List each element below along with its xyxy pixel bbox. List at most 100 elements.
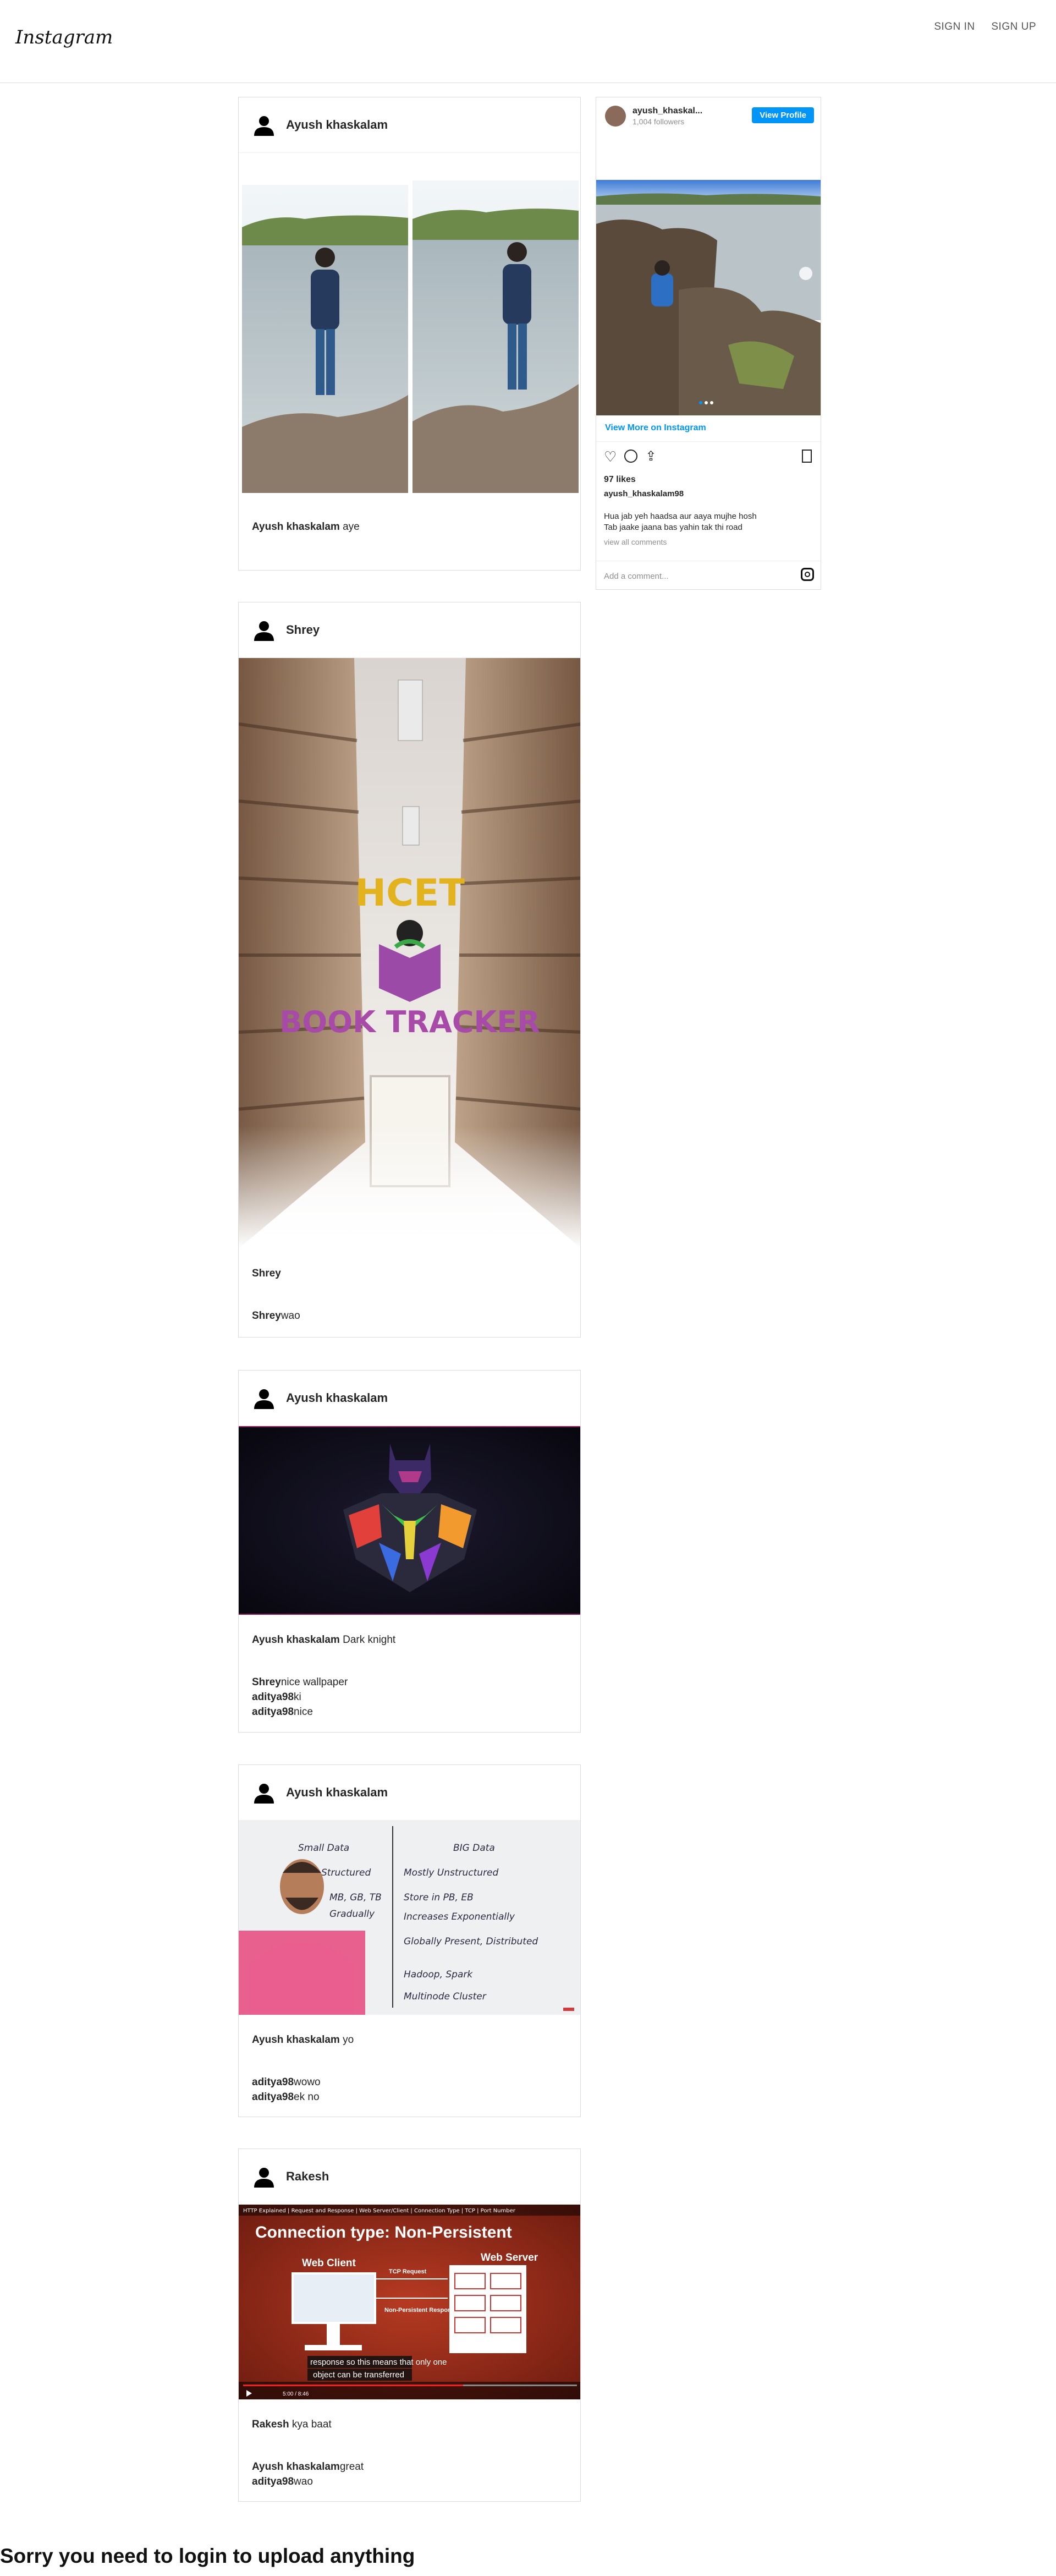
river-rocks-image [596, 180, 821, 415]
whiteboard-image: Small Data BIG Data Structured Mostly Un… [239, 1821, 580, 2015]
embed-handle[interactable]: ayush_khaskalam98 [604, 489, 684, 498]
comment-text: ek no [294, 2091, 320, 2103]
post-caption: Shrey [239, 1268, 580, 1280]
comment-item: aditya98ki [252, 1690, 567, 1704]
post-header: Rakesh [239, 2149, 580, 2205]
next-arrow-icon[interactable] [799, 267, 812, 280]
comment-username[interactable]: aditya98 [252, 1706, 294, 1718]
embed-caption-line: Tab jaake jaana bas yahin tak thi road [604, 523, 743, 532]
post-username[interactable]: Ayush khaskalam [286, 118, 388, 132]
comment-list: aditya98wowo aditya98ek no [239, 2075, 580, 2104]
post-video-thumbnail[interactable]: Small Data BIG Data Structured Mostly Un… [239, 1821, 580, 2015]
batman-wallpaper [239, 1427, 580, 1614]
board-text: Increases Exponentially [404, 1911, 515, 1922]
video-top-bar: HTTP Explained | Request and Response | … [243, 2208, 516, 2214]
view-more-link[interactable]: View More on Instagram [605, 423, 706, 433]
caption-username[interactable]: Rakesh [252, 2419, 289, 2430]
web-client-label: Web Client [302, 2257, 356, 2269]
post-username[interactable]: Ayush khaskalam [286, 1391, 388, 1405]
view-all-comments-link[interactable]: view all comments [604, 538, 667, 546]
post-card: Shrey HCET BOOK TRACKER Shrey Shreywao [238, 602, 581, 1338]
share-icon[interactable]: ⇪ [645, 450, 656, 464]
user-avatar-icon [254, 116, 274, 136]
comment-username[interactable]: aditya98 [252, 2076, 294, 2088]
user-avatar-icon [254, 621, 274, 641]
web-server-label: Web Server [481, 2252, 538, 2263]
comment-list: Ayush khaskalamgreat aditya98wao [239, 2459, 580, 2489]
comment-text: nice wallpaper [280, 1676, 348, 1688]
comment-username[interactable]: Shrey [252, 1676, 281, 1688]
post-card: Ayush khaskalam Ayush khaskalam aye [238, 97, 581, 571]
post-header: Ayush khaskalam [239, 1371, 580, 1426]
caption-text: aye [339, 521, 360, 533]
embed-photo[interactable] [596, 180, 821, 415]
comment-text: wao [294, 2476, 313, 2487]
post-card: Ayush khaskalam Small Data BIG Data Stru… [238, 1764, 581, 2117]
caption-username[interactable]: Ayush khaskalam [252, 2034, 340, 2046]
add-comment-input[interactable]: Add a comment... [604, 572, 669, 581]
comment-text: wowo [294, 2076, 321, 2088]
caption-username[interactable]: Ayush khaskalam [252, 521, 340, 533]
post-card: Ayush khaskalam Ayush khaskalam Dark kni… [238, 1370, 581, 1733]
comment-item: aditya98wao [252, 2474, 567, 2489]
view-profile-button[interactable]: View Profile [752, 107, 814, 123]
instagram-logo[interactable]: Instagram [15, 26, 113, 48]
board-text: Structured [321, 1867, 371, 1878]
embed-likes: 97 likes [604, 475, 636, 484]
sign-in-link[interactable]: SIGN IN [934, 21, 975, 32]
comment-text: nice [294, 1706, 313, 1718]
comment-item: Ayush khaskalamgreat [252, 2459, 567, 2474]
comment-list: Shreywao [239, 1308, 580, 1323]
comment-text: wao [280, 1310, 300, 1322]
post-caption: Rakesh kya baat [239, 2419, 580, 2431]
post-header: Shrey [239, 602, 580, 658]
embed-actions: ♡ ⇪ [604, 450, 656, 464]
post-image [239, 153, 580, 496]
post-caption: Ayush khaskalam Dark knight [239, 1634, 580, 1646]
board-text: Hadoop, Spark [404, 1969, 473, 1980]
photo-collage [242, 180, 579, 493]
post-card: Rakesh HTTP Explained | Request and Resp… [238, 2149, 581, 2502]
board-text: Small Data [298, 1843, 349, 1854]
post-username[interactable]: Rakesh [286, 2169, 329, 2184]
board-text: BIG Data [453, 1843, 495, 1854]
user-avatar-icon [254, 1389, 274, 1409]
login-required-message: Sorry you need to login to upload anythi… [0, 2545, 415, 2567]
caption-username[interactable]: Shrey [252, 1268, 281, 1279]
hcet-logo-text: HCET [355, 872, 465, 915]
book-tracker-text: BOOK TRACKER [279, 1005, 540, 1039]
post-header: Ayush khaskalam [239, 1765, 580, 1821]
board-text: Gradually [329, 1909, 375, 1920]
embed-username[interactable]: ayush_khaskal... [632, 106, 702, 116]
post-username[interactable]: Shrey [286, 623, 320, 637]
caption-text: Dark knight [339, 1634, 396, 1646]
user-avatar-icon [254, 1784, 274, 1804]
comment-icon[interactable] [624, 450, 638, 463]
board-text: MB, GB, TB [329, 1892, 382, 1903]
board-text: Mostly Unstructured [404, 1867, 499, 1878]
comment-username[interactable]: aditya98 [252, 2476, 294, 2487]
embed-followers: 1,004 followers [632, 117, 685, 126]
comment-item: Shreywao [252, 1308, 567, 1323]
comment-list: Shreynice wallpaper aditya98ki aditya98n… [239, 1675, 580, 1719]
post-header: Ayush khaskalam [239, 97, 580, 153]
heart-icon[interactable]: ♡ [604, 450, 617, 464]
post-video[interactable]: HTTP Explained | Request and Response | … [239, 2205, 580, 2399]
comment-username[interactable]: aditya98 [252, 1691, 294, 1703]
comment-item: Shreynice wallpaper [252, 1675, 567, 1690]
bookmark-icon[interactable] [802, 450, 812, 463]
post-image [239, 1426, 580, 1615]
caption-text: kya baat [289, 2419, 332, 2430]
non-persistent-label: Non-Persistent Response [384, 2307, 458, 2314]
comment-text: great [339, 2461, 364, 2473]
instagram-glyph-icon[interactable] [801, 568, 814, 581]
embed-avatar[interactable] [605, 106, 626, 127]
board-text: Globally Present, Distributed [404, 1936, 538, 1947]
comment-username[interactable]: aditya98 [252, 2091, 294, 2103]
auth-nav: SIGN IN SIGN UP [921, 21, 1036, 33]
caption-username[interactable]: Ayush khaskalam [252, 1634, 340, 1646]
comment-username[interactable]: Shrey [252, 1310, 281, 1322]
sign-up-link[interactable]: SIGN UP [991, 21, 1036, 32]
comment-username[interactable]: Ayush khaskalam [252, 2461, 340, 2473]
post-username[interactable]: Ayush khaskalam [286, 1785, 388, 1800]
